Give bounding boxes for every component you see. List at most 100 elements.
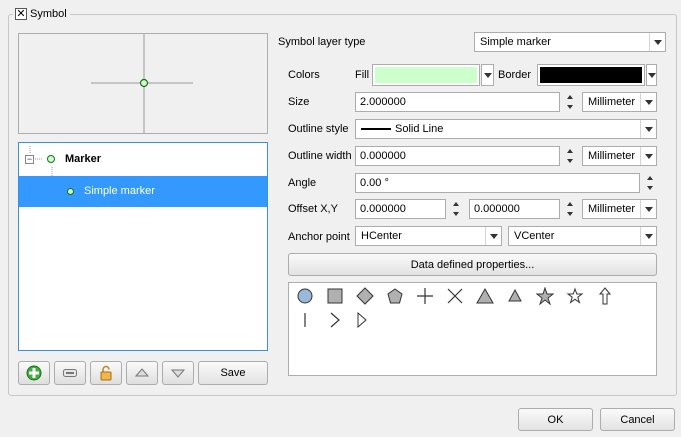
size-unit-select[interactable]: Millimeter (582, 92, 657, 112)
size-stepper[interactable] (562, 92, 577, 112)
cross-shape-icon[interactable] (414, 285, 436, 307)
lock-layer-button[interactable] (90, 361, 122, 385)
ok-button[interactable]: OK (518, 408, 593, 431)
offset-y-stepper[interactable] (562, 199, 577, 219)
chevron-down-icon (647, 72, 656, 78)
outline-width-stepper[interactable] (562, 146, 577, 166)
layer-type-label: Symbol layer type (278, 36, 366, 48)
chevron-down-icon (483, 72, 492, 78)
size-input[interactable]: 2.000000 (355, 92, 560, 112)
collapse-icon[interactable]: − (25, 155, 34, 164)
border-color-dropdown[interactable] (646, 64, 657, 86)
outline-style-label: Outline style (288, 123, 349, 135)
anchor-h-value: HCenter (361, 230, 402, 242)
offset-y-input[interactable]: 0.000000 (469, 199, 560, 219)
outline-style-select[interactable]: Solid Line (355, 119, 657, 139)
solid-line-icon (361, 128, 391, 130)
step-down-icon[interactable] (646, 186, 653, 190)
x-shape-icon[interactable] (444, 285, 466, 307)
step-up-icon[interactable] (566, 95, 573, 99)
equilateral-triangle-shape-icon[interactable] (504, 285, 526, 307)
angle-label: Angle (288, 177, 317, 189)
outline-width-unit-value: Millimeter (588, 150, 636, 162)
offset-label: Offset X,Y (288, 203, 338, 215)
angle-stepper[interactable] (642, 173, 657, 193)
border-color-swatch (540, 67, 642, 83)
fill-color-button[interactable] (372, 64, 480, 86)
move-up-button[interactable] (126, 361, 158, 385)
chevron-down-icon (485, 227, 501, 245)
outline-style-value: Solid Line (395, 123, 444, 135)
data-defined-properties-button[interactable]: Data defined properties... (288, 253, 657, 276)
outline-width-unit-select[interactable]: Millimeter (582, 146, 657, 166)
symbol-group-title[interactable]: ✕ Symbol (13, 7, 70, 21)
tree-row-simple-marker[interactable]: Simple marker (19, 176, 267, 207)
fill-color-dropdown[interactable] (481, 64, 494, 86)
chevron-down-icon (640, 200, 656, 218)
anchor-h-select[interactable]: HCenter (355, 226, 502, 246)
symbol-checkbox[interactable]: ✕ (15, 8, 27, 20)
simple-marker-icon (67, 188, 74, 195)
outline-width-label: Outline width (288, 150, 352, 162)
tree-child-label: Simple marker (84, 185, 155, 197)
add-icon (26, 365, 42, 381)
cancel-button[interactable]: Cancel (600, 408, 675, 431)
line-shape-icon[interactable] (294, 309, 316, 331)
remove-layer-button[interactable] (54, 361, 86, 385)
chevron-down-icon (640, 147, 656, 165)
arrow-up-icon (134, 368, 150, 377)
move-down-button[interactable] (162, 361, 194, 385)
regular-star-shape-icon[interactable] (564, 285, 586, 307)
square-shape-icon[interactable] (324, 285, 346, 307)
offset-unit-select[interactable]: Millimeter (582, 199, 657, 219)
size-value: 2.000000 (360, 96, 406, 108)
pentagon-shape-icon[interactable] (384, 285, 406, 307)
offset-x-value: 0.000000 (360, 203, 406, 215)
size-unit-value: Millimeter (588, 96, 636, 108)
offset-x-stepper[interactable] (448, 199, 463, 219)
step-up-icon[interactable] (566, 202, 573, 206)
fill-color-swatch (375, 67, 477, 83)
offset-x-input[interactable]: 0.000000 (355, 199, 446, 219)
chevron-down-icon (640, 227, 656, 245)
offset-y-value: 0.000000 (474, 203, 520, 215)
fill-label: Fill (355, 69, 370, 81)
circle-shape-icon[interactable] (294, 285, 316, 307)
border-color-button[interactable] (537, 64, 645, 86)
step-up-icon[interactable] (452, 202, 459, 206)
triangle-shape-icon[interactable] (474, 285, 496, 307)
angle-value: 0.00 ° (360, 177, 389, 189)
border-label: Border (498, 69, 532, 81)
save-button[interactable]: Save (198, 361, 268, 385)
arrow-shape-icon[interactable] (594, 285, 616, 307)
step-up-icon[interactable] (566, 149, 573, 153)
crosshair-preview (91, 34, 193, 133)
outline-width-input[interactable]: 0.000000 (355, 146, 560, 166)
marker-circle-icon (47, 155, 55, 163)
symbol-layer-tree[interactable]: − Marker Simple marker (18, 142, 268, 351)
anchor-v-select[interactable]: VCenter (508, 226, 657, 246)
chevron-down-icon (640, 120, 656, 138)
angle-input[interactable]: 0.00 ° (355, 173, 640, 193)
add-layer-button[interactable] (18, 361, 50, 385)
symbol-preview (18, 33, 268, 134)
chevron-down-icon (640, 93, 656, 111)
step-down-icon[interactable] (566, 159, 573, 163)
star-shape-icon[interactable] (534, 285, 556, 307)
step-down-icon[interactable] (566, 212, 573, 216)
arrowhead-shape-icon[interactable] (324, 309, 346, 331)
layer-type-select[interactable]: Simple marker (474, 32, 666, 52)
filled-arrowhead-shape-icon[interactable] (351, 309, 373, 331)
layer-type-value: Simple marker (480, 36, 551, 48)
remove-icon (63, 369, 77, 377)
lock-icon (100, 365, 112, 381)
tree-row-marker[interactable]: − Marker (19, 145, 267, 175)
marker-shape-list[interactable] (288, 282, 657, 376)
size-label: Size (288, 96, 310, 108)
colors-label: Colors (288, 69, 320, 81)
diamond-shape-icon[interactable] (354, 285, 376, 307)
step-up-icon[interactable] (646, 176, 653, 180)
anchor-v-value: VCenter (514, 230, 555, 242)
step-down-icon[interactable] (566, 105, 573, 109)
step-down-icon[interactable] (452, 212, 459, 216)
